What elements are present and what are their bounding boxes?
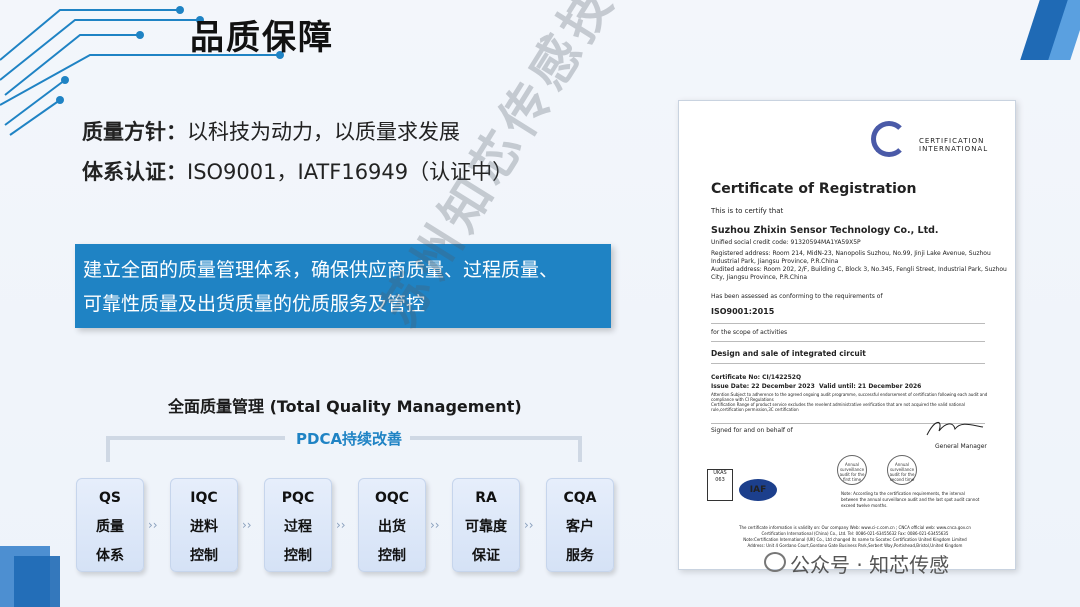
banner-line: 可靠性质量及出货质量的优质服务及管控 (83, 293, 426, 315)
certify-text: This is to certify that (711, 207, 784, 215)
audit-stamp: Annual surveillance audit for the first … (837, 455, 867, 485)
attention-text: Attention:Subject to adherence to the ag… (711, 392, 988, 412)
certificate-scope: Design and sale of integrated circuit (711, 349, 866, 358)
note-text: Note: According to the certification req… (841, 491, 980, 508)
audited-address: City, Jiangsu Province, P.R.China (711, 274, 808, 281)
divider (711, 363, 985, 364)
iaf-logo: IAF (739, 479, 777, 501)
tqm-card-label: 保证 (472, 548, 500, 564)
divider (711, 323, 985, 324)
wechat-icon (764, 552, 786, 572)
tqm-card-code: IQC (190, 490, 218, 506)
quality-policy-value: 以科技为动力，以质量求发展 (187, 120, 460, 144)
certificate-number: Certificate No: CI/142252Q (711, 374, 802, 381)
divider (711, 341, 985, 342)
certificate-standard: ISO9001:2015 (711, 307, 775, 316)
certificate-company: Suzhou Zhixin Sensor Technology Co., Ltd… (711, 225, 939, 236)
tqm-card-label: 体系 (96, 548, 124, 564)
chevron-right-icon: ›› (336, 518, 346, 532)
valid-until: Valid until: 21 December 2026 (819, 383, 922, 390)
ukas-logo: UKAS 063 (707, 469, 733, 501)
tqm-card-code: CQA (563, 490, 597, 506)
tqm-card-code: OQC (374, 490, 410, 506)
tqm-title: 全面质量管理 (Total Quality Management) (168, 397, 522, 416)
general-manager: General Manager (935, 443, 987, 450)
tqm-card-pqc: PQC 过程控制 (264, 478, 332, 572)
audit-stamp: Annual surveillance audit for the second… (887, 455, 917, 485)
signature-icon (926, 422, 984, 436)
quality-banner: 建立全面的质量管理体系，确保供应商质量、过程质量、 可靠性质量及出货质量的优质服… (75, 244, 611, 328)
tqm-card-label: 控制 (378, 548, 406, 564)
signed-text: Signed for and on behalf of (711, 427, 793, 434)
assessed-text: Has been assessed as conforming to the r… (711, 293, 883, 300)
tqm-card-label: 出货 (378, 519, 406, 535)
tqm-card-iqc: IQC 进料控制 (170, 478, 238, 572)
registered-address: Industrial Park, Jiangsu Province, P.R.C… (711, 258, 839, 265)
tqm-card-label: 控制 (284, 548, 312, 564)
certificate-footer: The certificate information is validity … (739, 525, 971, 548)
quality-policy-label: 质量方针： (82, 120, 187, 144)
chevron-right-icon: ›› (148, 518, 158, 532)
audited-address: Audited address: Room 202, 2/F, Building… (711, 266, 1007, 273)
pdca-label: PDCA持续改善 (296, 430, 403, 448)
tqm-card-label: 进料 (190, 519, 218, 535)
corner-square (14, 556, 60, 607)
tqm-card-label: 服务 (566, 548, 594, 564)
tqm-card-oqc: OQC 出货控制 (358, 478, 426, 572)
tqm-card-code: RA (475, 490, 497, 506)
chevron-right-icon: ›› (242, 518, 252, 532)
system-certification-label: 体系认证： (82, 160, 187, 184)
banner-line: 建立全面的质量管理体系，确保供应商质量、过程质量、 (83, 259, 559, 281)
chevron-right-icon: ›› (430, 518, 440, 532)
certification-logo-text: CERTIFICATION INTERNATIONAL (919, 137, 989, 153)
certificate-heading: Certificate of Registration (711, 181, 917, 197)
tqm-card-label: 质量 (96, 519, 124, 535)
tqm-card-ra: RA 可靠度保证 (452, 478, 520, 572)
quality-policy: 质量方针：以科技为动力，以质量求发展 (82, 116, 460, 146)
tqm-card-label: 过程 (284, 519, 312, 535)
tqm-card-qs: QS 质量体系 (76, 478, 144, 572)
issue-date: Issue Date: 22 December 2023 (711, 383, 815, 390)
tqm-card-code: PQC (281, 490, 315, 506)
tqm-card-label: 控制 (190, 548, 218, 564)
page-title: 品质保障 (190, 18, 334, 58)
tqm-card-code: QS (99, 490, 121, 506)
chevron-right-icon: ›› (524, 518, 534, 532)
registered-address: Registered address: Room 214, MidN-23, N… (711, 250, 991, 257)
tqm-card-label: 客户 (566, 519, 594, 535)
scope-label: for the scope of activities (711, 329, 788, 336)
credit-code: Unified social credit code: 91320594MA1Y… (711, 239, 861, 246)
tqm-card-label: 可靠度 (465, 519, 507, 535)
iso-certificate: CERTIFICATION INTERNATIONAL Certificate o… (678, 100, 1016, 570)
certification-logo-icon (871, 121, 907, 157)
footer-account: 公众号 · 知芯传感 (790, 553, 950, 577)
tqm-card-cqa: CQA 客户服务 (546, 478, 614, 572)
